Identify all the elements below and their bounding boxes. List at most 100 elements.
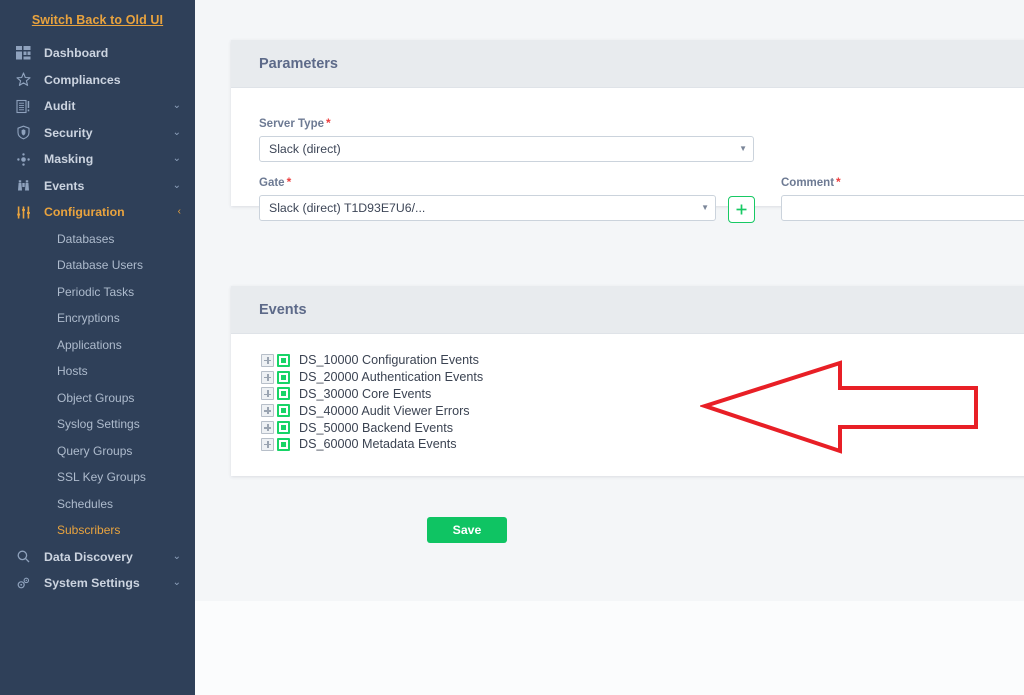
sidebar-subitem-object-groups[interactable]: Object Groups [0, 385, 195, 412]
comment-label-text: Comment [781, 177, 835, 189]
gate-select[interactable]: Slack (direct) T1D93E7U6/... ▼ [259, 195, 716, 221]
expand-plus-icon[interactable] [261, 421, 274, 435]
chevron-down-icon[interactable]: ⌄ [173, 101, 181, 111]
expand-plus-icon[interactable] [261, 387, 274, 401]
comment-label: Comment * [781, 175, 1024, 189]
comment-field: Comment * [781, 175, 1024, 221]
event-checkbox[interactable] [277, 437, 290, 451]
sidebar: Switch Back to Old UI Dashboard Complian… [0, 0, 195, 695]
sidebar-item-dashboard[interactable]: Dashboard [0, 40, 195, 67]
event-checkbox[interactable] [277, 353, 290, 367]
shield-icon [16, 124, 38, 142]
tree-row[interactable]: DS_40000 Audit Viewer Errors [261, 402, 483, 419]
add-gate-button[interactable] [728, 196, 755, 223]
sidebar-subitem-database-users[interactable]: Database Users [0, 252, 195, 279]
tree-row[interactable]: DS_10000 Configuration Events [261, 352, 483, 369]
event-checkbox[interactable] [277, 404, 290, 418]
parameters-panel-header: Parameters [231, 40, 1024, 88]
gears-icon [16, 574, 38, 592]
sidebar-item-system-settings[interactable]: System Settings ⌄ [0, 570, 195, 597]
sidebar-item-label: Audit [44, 99, 76, 114]
events-tree: DS_10000 Configuration Events DS_20000 A… [261, 352, 483, 453]
sidebar-subitem-label: Object Groups [57, 390, 135, 405]
sidebar-item-label: Configuration [44, 205, 125, 220]
sidebar-subitem-hosts[interactable]: Hosts [0, 358, 195, 385]
events-panel-header: Events [231, 286, 1024, 334]
sidebar-subitem-applications[interactable]: Applications [0, 332, 195, 359]
expand-plus-icon[interactable] [261, 370, 274, 384]
sidebar-subitem-syslog-settings[interactable]: Syslog Settings [0, 411, 195, 438]
sidebar-item-masking[interactable]: Masking ⌄ [0, 146, 195, 173]
sidebar-subitem-subscribers[interactable]: Subscribers [0, 517, 195, 544]
app-root: Switch Back to Old UI Dashboard Complian… [0, 0, 1024, 695]
parameters-panel-body: Server Type * Slack (direct) ▼ Gate * Slac… [231, 88, 1024, 223]
gate-value: Slack (direct) T1D93E7U6/... [269, 201, 426, 215]
binoculars-icon [16, 177, 38, 195]
tree-item-label: DS_30000 Core Events [299, 386, 432, 401]
chevron-down-icon[interactable]: ⌄ [173, 154, 181, 164]
chevron-down-icon[interactable]: ⌄ [173, 551, 181, 562]
tree-row[interactable]: DS_60000 Metadata Events [261, 436, 483, 453]
sidebar-subitem-query-groups[interactable]: Query Groups [0, 438, 195, 465]
expand-plus-icon[interactable] [261, 437, 274, 451]
sidebar-subitem-schedules[interactable]: Schedules [0, 491, 195, 518]
sidebar-subitem-encryptions[interactable]: Encryptions [0, 305, 195, 332]
sidebar-subitem-label: Periodic Tasks [57, 284, 135, 299]
event-checkbox[interactable] [277, 387, 290, 401]
sidebar-subitem-label: Database Users [57, 258, 144, 273]
server-type-select[interactable]: Slack (direct) ▼ [259, 136, 754, 162]
sidebar-item-audit[interactable]: Audit ⌄ [0, 93, 195, 120]
parameters-panel: Parameters Server Type * Slack (direct) ▼… [231, 40, 1024, 223]
audit-document-icon [16, 97, 38, 115]
gate-field: Gate * Slack (direct) T1D93E7U6/... ▼ [259, 175, 716, 221]
chevron-down-icon[interactable]: ⌄ [173, 578, 181, 588]
main-content: Parameters Server Type * Slack (direct) ▼… [195, 0, 1024, 695]
sidebar-item-security[interactable]: Security ⌄ [0, 120, 195, 147]
sidebar-item-label: Masking [44, 152, 94, 167]
required-marker: * [286, 175, 292, 189]
expand-plus-icon[interactable] [261, 353, 274, 367]
tree-row[interactable]: DS_30000 Core Events [261, 386, 483, 403]
server-type-value: Slack (direct) [269, 142, 341, 156]
chevron-down-icon[interactable]: ⌄ [173, 127, 181, 138]
chevron-left-icon[interactable]: ‹ [178, 207, 181, 217]
tree-item-label: DS_40000 Audit Viewer Errors [299, 403, 470, 418]
events-panel-body: DS_10000 Configuration Events DS_20000 A… [231, 334, 1024, 476]
sidebar-item-label: Dashboard [44, 46, 109, 61]
star-icon [16, 71, 38, 89]
chevron-down-icon[interactable]: ⌄ [173, 180, 181, 191]
comment-input[interactable] [781, 195, 1024, 221]
panel-title: Parameters [259, 55, 338, 72]
sidebar-subitem-label: Hosts [57, 364, 88, 379]
events-panel: Events DS_10000 Configuration Events DS_… [231, 286, 1024, 476]
sidebar-subitem-label: Query Groups [57, 443, 133, 458]
save-button[interactable]: Save [427, 517, 507, 543]
sidebar-item-label: Compliances [44, 72, 121, 87]
sidebar-item-compliances[interactable]: Compliances [0, 67, 195, 94]
sidebar-subitem-periodic-tasks[interactable]: Periodic Tasks [0, 279, 195, 306]
event-checkbox[interactable] [277, 370, 290, 384]
sidebar-subitem-databases[interactable]: Databases [0, 226, 195, 253]
server-type-label: Server Type * [259, 116, 754, 130]
event-checkbox[interactable] [277, 421, 290, 435]
switch-back-to-old-ui-link[interactable]: Switch Back to Old UI [32, 13, 163, 27]
dashboard-grid-icon [16, 44, 38, 62]
sidebar-subitem-label: Schedules [57, 496, 114, 511]
sidebar-item-configuration[interactable]: Configuration ‹ [0, 199, 195, 226]
tree-item-label: DS_50000 Backend Events [299, 420, 454, 435]
add-gate-field [728, 196, 755, 223]
required-marker: * [326, 116, 331, 130]
sidebar-subitem-label: SSL Key Groups [57, 470, 146, 485]
gate-label: Gate * [259, 175, 716, 189]
expand-plus-icon[interactable] [261, 404, 274, 418]
tree-row[interactable]: DS_50000 Backend Events [261, 419, 483, 436]
sidebar-subitem-label: Subscribers [57, 523, 121, 538]
chevron-down-icon: ▼ [739, 144, 747, 153]
sidebar-subitem-ssl-key-groups[interactable]: SSL Key Groups [0, 464, 195, 491]
switch-ui-link-wrapper: Switch Back to Old UI [0, 0, 195, 40]
tree-row[interactable]: DS_20000 Authentication Events [261, 369, 483, 386]
sidebar-item-label: Security [44, 125, 93, 140]
sidebar-item-events[interactable]: Events ⌄ [0, 173, 195, 200]
gate-label-text: Gate [259, 177, 285, 189]
sidebar-item-data-discovery[interactable]: Data Discovery ⌄ [0, 544, 195, 571]
